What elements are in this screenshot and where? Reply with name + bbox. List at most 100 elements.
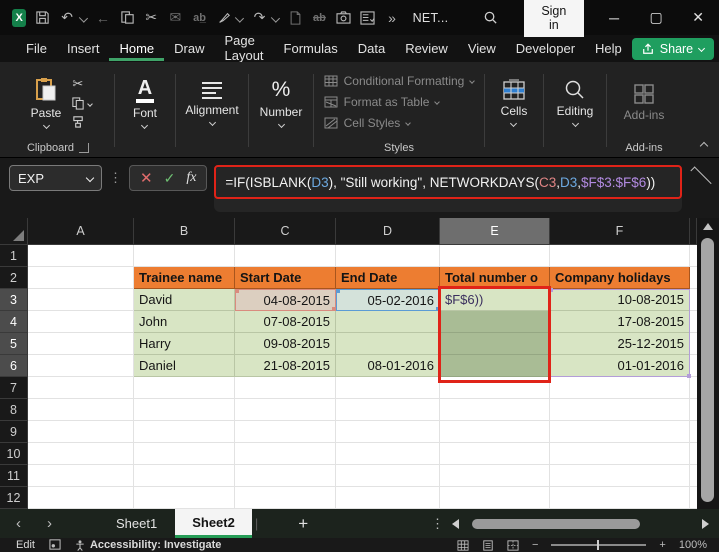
add-sheet-button[interactable]: + (298, 514, 308, 534)
format-as-table-button[interactable]: Format as Table (324, 92, 475, 113)
cell[interactable] (336, 443, 440, 465)
cell-d3[interactable]: 05-02-2016 (336, 289, 440, 311)
cell[interactable] (28, 465, 134, 487)
cut-icon[interactable]: ✂ (72, 76, 83, 92)
cell-f5[interactable]: 25-12-2015 (550, 333, 690, 355)
cell[interactable] (28, 421, 134, 443)
cell-f2[interactable]: Company holidays (550, 267, 690, 289)
maximize-icon[interactable]: ▢ (635, 0, 677, 35)
cell[interactable] (28, 355, 134, 377)
zoom-in-icon[interactable]: + (659, 539, 665, 551)
enter-icon[interactable]: ✓ (164, 170, 176, 187)
cell[interactable] (336, 465, 440, 487)
row-header-10[interactable]: 10 (0, 443, 28, 465)
cell-b4[interactable]: John (134, 311, 235, 333)
cut-icon[interactable]: ✂ (144, 8, 159, 28)
strikethrough-icon[interactable]: ab (312, 8, 327, 28)
row-header-6[interactable]: 6 (0, 355, 28, 377)
collapse-ribbon-icon[interactable] (700, 142, 708, 150)
cell[interactable] (235, 377, 336, 399)
save-icon[interactable] (35, 8, 50, 28)
cell-e6[interactable] (440, 355, 550, 377)
cell-e5[interactable] (440, 333, 550, 355)
column-header-d[interactable]: D (336, 218, 440, 245)
cell-f3[interactable]: 10-08-2015 (550, 289, 690, 311)
cancel-icon[interactable]: ✕ (140, 169, 153, 187)
row-header-5[interactable]: 5 (0, 333, 28, 355)
horizontal-scrollbar-track[interactable] (466, 518, 695, 530)
column-header-c[interactable]: C (235, 218, 336, 245)
cell[interactable] (235, 245, 336, 267)
tab-formulas[interactable]: Formulas (274, 37, 348, 61)
alignment-button[interactable]: Alignment (176, 78, 247, 127)
cell-b5[interactable]: Harry (134, 333, 235, 355)
addins-button[interactable]: Add-ins (615, 81, 674, 124)
redo-dropdown-icon[interactable] (271, 13, 280, 22)
back-icon[interactable]: ← (95, 8, 110, 28)
cell[interactable] (134, 443, 235, 465)
column-header-b[interactable]: B (134, 218, 235, 245)
row-header-4[interactable]: 4 (0, 311, 28, 333)
number-button[interactable]: % Number (251, 76, 312, 129)
page-layout-view-icon[interactable] (482, 540, 494, 551)
cell[interactable] (28, 289, 134, 311)
insert-function-icon[interactable]: fx (186, 170, 196, 186)
collapse-formula-bar-icon[interactable] (690, 166, 711, 187)
clipboard-dialog-launcher-icon[interactable] (79, 143, 89, 153)
name-box[interactable]: EXP (9, 165, 102, 191)
cell[interactable] (440, 377, 550, 399)
undo-dropdown-icon[interactable] (79, 13, 88, 22)
cell[interactable] (440, 487, 550, 509)
horizontal-scrollbar[interactable] (452, 518, 709, 530)
cell[interactable] (440, 465, 550, 487)
cell[interactable] (550, 443, 690, 465)
cell-b3[interactable]: David (134, 289, 235, 311)
minimize-icon[interactable]: ─ (593, 0, 635, 35)
cell-d5[interactable] (336, 333, 440, 355)
cell[interactable] (28, 333, 134, 355)
cell[interactable] (134, 487, 235, 509)
cell[interactable] (550, 487, 690, 509)
cell[interactable] (440, 443, 550, 465)
scroll-left-icon[interactable] (452, 519, 459, 529)
sheet-tab-sheet2[interactable]: Sheet2 (175, 509, 252, 538)
cell[interactable] (28, 399, 134, 421)
vertical-scrollbar[interactable] (697, 218, 719, 509)
column-header-a[interactable]: A (28, 218, 134, 245)
cell-c4[interactable]: 07-08-2015 (235, 311, 336, 333)
zoom-slider[interactable] (551, 544, 646, 546)
cell[interactable] (134, 421, 235, 443)
cell-c3[interactable]: 04-08-2015 (235, 289, 336, 311)
camera-icon[interactable] (336, 8, 351, 28)
tab-home[interactable]: Home (109, 37, 164, 61)
cell-d4[interactable] (336, 311, 440, 333)
replace-icon[interactable]: ab̲ (192, 8, 207, 28)
cell-styles-button[interactable]: Cell Styles (324, 113, 475, 134)
cell-f4[interactable]: 17-08-2015 (550, 311, 690, 333)
cell[interactable] (134, 377, 235, 399)
formula-input[interactable]: =IF(ISBLANK(D3), "Still working", NETWOR… (214, 165, 682, 199)
cell-f6[interactable]: 01-01-2016 (550, 355, 690, 377)
sign-in-button[interactable]: Sign in (524, 0, 585, 37)
tab-review[interactable]: Review (395, 37, 458, 61)
cell[interactable] (28, 443, 134, 465)
column-header-e[interactable]: E (440, 218, 550, 245)
cell[interactable] (235, 399, 336, 421)
cell[interactable] (235, 487, 336, 509)
cell[interactable] (550, 377, 690, 399)
next-sheet-icon[interactable]: › (47, 515, 52, 532)
cell-e4[interactable] (440, 311, 550, 333)
draw-touch-icon[interactable] (216, 8, 231, 28)
cell[interactable] (550, 421, 690, 443)
cell[interactable] (235, 465, 336, 487)
share-button[interactable]: Share (632, 38, 714, 60)
cell-c2[interactable]: Start Date (235, 267, 336, 289)
prev-sheet-icon[interactable]: ‹ (16, 515, 21, 532)
cell[interactable] (28, 311, 134, 333)
row-header-11[interactable]: 11 (0, 465, 28, 487)
close-icon[interactable]: ✕ (677, 0, 719, 35)
cell[interactable] (550, 245, 690, 267)
cell[interactable] (440, 399, 550, 421)
cell[interactable] (28, 487, 134, 509)
tab-file[interactable]: File (16, 37, 57, 61)
